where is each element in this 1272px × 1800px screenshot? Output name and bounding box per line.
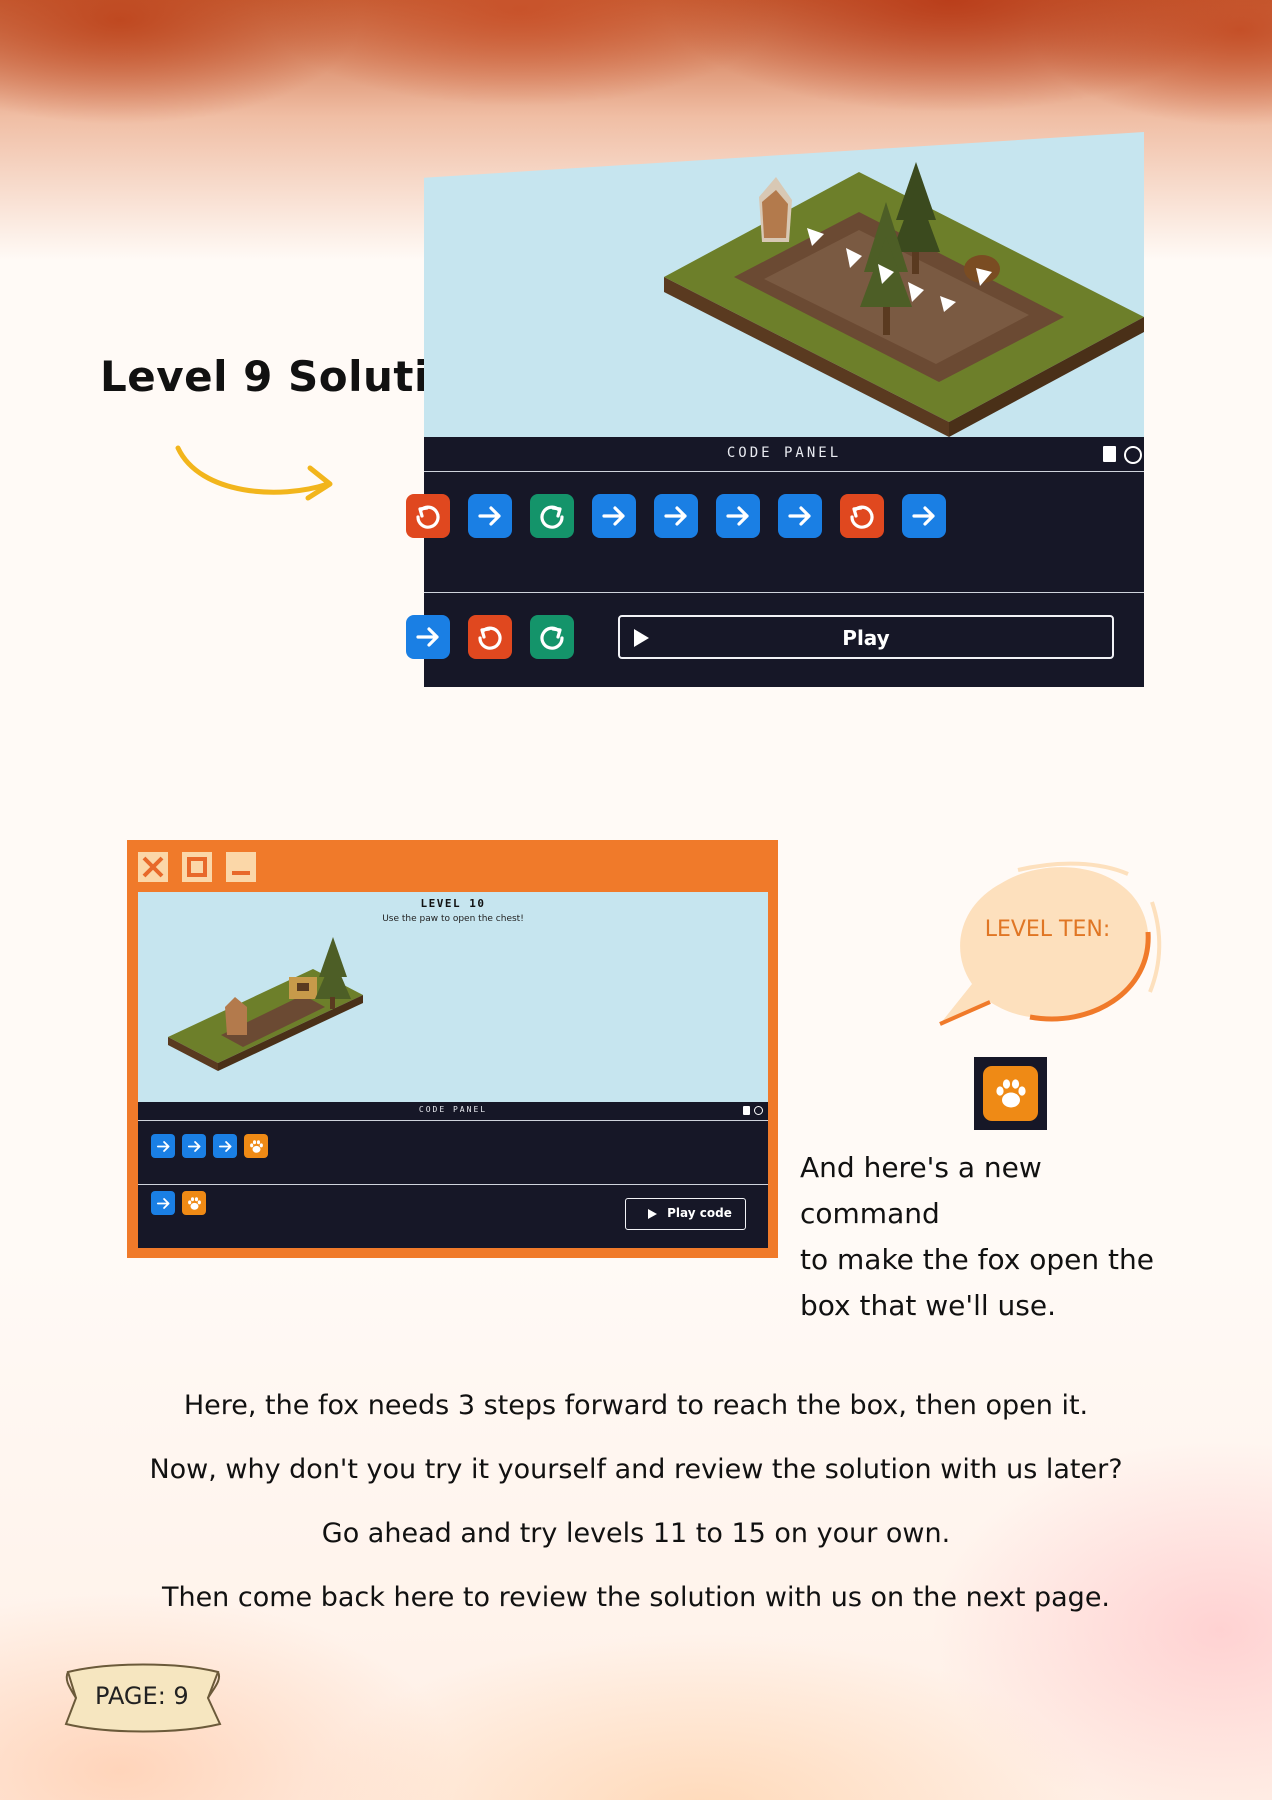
forward-arrow-icon [912, 506, 935, 526]
command-forward[interactable] [151, 1134, 175, 1158]
command-forward[interactable] [182, 1134, 206, 1158]
command-forward[interactable] [406, 615, 450, 659]
command-forward[interactable] [654, 494, 698, 538]
curved-arrow-icon [175, 445, 333, 501]
forward-arrow-icon [187, 1140, 201, 1152]
description-line: to make the fox open the [800, 1243, 1154, 1276]
forward-arrow-icon [156, 1197, 170, 1209]
reset-circle-icon[interactable] [754, 1106, 763, 1115]
level10-window: LEVEL 10 Use the paw to open the chest! … [127, 840, 778, 1258]
command-forward[interactable] [151, 1191, 175, 1215]
rotate-left-icon [850, 505, 874, 529]
play-code-button[interactable]: Play code [625, 1198, 746, 1230]
command-forward[interactable] [213, 1134, 237, 1158]
speech-bubble [939, 861, 1162, 1026]
forward-arrow-icon [218, 1140, 232, 1152]
paw-icon [249, 1139, 263, 1153]
command-rotate-right[interactable] [530, 615, 574, 659]
forward-arrow-icon [156, 1140, 170, 1152]
paw-command-tile [974, 1057, 1047, 1130]
code-panel-title: CODE PANEL [418, 1105, 488, 1114]
command-rotate-left[interactable] [840, 494, 884, 538]
page-number: PAGE: 9 [95, 1682, 189, 1710]
command-rotate-left[interactable] [468, 615, 512, 659]
forward-arrow-icon [664, 506, 687, 526]
play-button-label: Play [842, 626, 890, 650]
rotate-right-icon [540, 626, 564, 650]
game-board [168, 937, 363, 1071]
command-forward[interactable] [468, 494, 512, 538]
play-button[interactable]: Play [618, 615, 1114, 659]
reset-circle-icon[interactable] [1124, 446, 1142, 464]
instruction-paragraph: Here, the fox needs 3 steps forward to r… [183, 1390, 1089, 1421]
instruction-paragraph: Then come back here to review the soluti… [161, 1582, 1111, 1613]
command-paw[interactable] [182, 1191, 206, 1215]
maximize-icon[interactable] [182, 852, 212, 882]
forward-arrow-icon [478, 506, 501, 526]
description-line: box that we'll use. [800, 1289, 1057, 1322]
rotate-right-icon [540, 505, 564, 529]
close-icon[interactable] [138, 852, 168, 882]
forward-arrow-icon [602, 506, 625, 526]
instruction-paragraph: Go ahead and try levels 11 to 15 on your… [321, 1518, 951, 1549]
command-forward[interactable] [902, 494, 946, 538]
instruction-paragraph: Now, why don't you try it yourself and r… [149, 1454, 1123, 1485]
command-forward[interactable] [778, 494, 822, 538]
level9-screenshot: CODE PANEL Play [406, 132, 1144, 687]
trash-icon[interactable] [743, 1106, 750, 1115]
code-panel-title: CODE PANEL [726, 445, 842, 461]
game-board [664, 162, 1144, 437]
forward-arrow-icon [416, 627, 439, 647]
forward-arrow-icon [788, 506, 811, 526]
forward-arrow-icon [726, 506, 749, 526]
game-viewport: LEVEL 10 Use the paw to open the chest! [138, 892, 768, 1102]
command-rotate-left[interactable] [406, 494, 450, 538]
bubble-label: LEVEL TEN: [984, 917, 1111, 942]
minimize-icon[interactable] [226, 852, 256, 882]
command-forward[interactable] [716, 494, 760, 538]
play-code-label: Play code [667, 1206, 732, 1220]
code-panel: CODE PANEL Play [406, 437, 1144, 687]
paw-icon [983, 1066, 1038, 1121]
command-forward[interactable] [592, 494, 636, 538]
description-line: And here's a new command [800, 1151, 1042, 1230]
command-rotate-right[interactable] [530, 494, 574, 538]
new-command-description: And here's a new command to make the fox… [800, 1145, 1180, 1329]
paw-icon [187, 1196, 201, 1210]
rotate-left-icon [416, 505, 440, 529]
rotate-left-icon [478, 626, 502, 650]
command-paw[interactable] [244, 1134, 268, 1158]
code-panel: CODE PANEL Play code [138, 1102, 768, 1248]
trash-icon[interactable] [1103, 446, 1116, 462]
level-label: LEVEL 10 [420, 897, 486, 910]
level-instruction: Use the paw to open the chest! [382, 914, 524, 924]
